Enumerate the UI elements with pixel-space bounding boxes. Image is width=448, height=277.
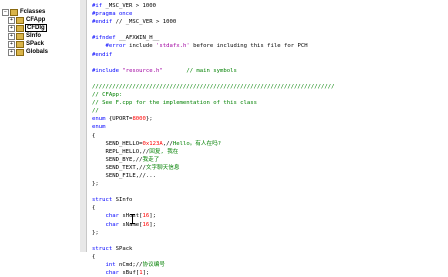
- code-line: SEND_TEXT,//文字聊天信息: [92, 164, 180, 171]
- class-view-panel: − Fclasses + CFApp + CFDlg + SInfo + SPack + Global…: [0, 0, 81, 252]
- editor-gutter: [80, 0, 87, 252]
- class-icon: [16, 32, 24, 40]
- code-line: char sHost[16];: [105, 213, 157, 220]
- code-line: {: [92, 253, 96, 260]
- code-line: enum: [92, 124, 106, 131]
- code-line: REPL_HELLO,//回复, 我在: [92, 148, 179, 155]
- code-line: {: [92, 205, 96, 212]
- code-line: //: [92, 108, 99, 115]
- expand-icon[interactable]: +: [8, 48, 15, 56]
- code-line: SEND_BYE,//我走了: [92, 156, 160, 163]
- code-line: {: [92, 132, 96, 139]
- class-tree: − Fclasses + CFApp + CFDlg + SInfo + SPack + Global…: [2, 8, 48, 56]
- ide-window: − Fclasses + CFApp + CFDlg + SInfo + SPack + Global…: [0, 0, 448, 276]
- tree-item-label: SInfo: [26, 33, 41, 39]
- tree-root[interactable]: − Fclasses: [2, 8, 48, 16]
- expand-icon[interactable]: +: [8, 40, 15, 48]
- tree-item-globals[interactable]: + Globals: [2, 48, 48, 56]
- class-icon: [16, 40, 24, 48]
- code-line: };: [92, 229, 99, 236]
- code-line: struct SInfo: [92, 197, 133, 204]
- code-line: // See F.cpp for the implementation of t…: [92, 100, 258, 107]
- code-line: enum {UPORT=8000};: [92, 116, 153, 123]
- tree-item-spack[interactable]: + SPack: [2, 40, 48, 48]
- text-cursor-icon: [130, 214, 136, 224]
- code-line: #include "resource.h" // main symbols: [92, 67, 237, 74]
- expand-icon[interactable]: +: [8, 32, 15, 40]
- code-line: SEND_HELLO=0x123A,//Hello。有人在吗?: [92, 140, 222, 147]
- code-line: #ifndef __AFXWIN_H__: [92, 35, 160, 42]
- code-line: ////////////////////////////////////////…: [92, 83, 335, 90]
- tree-item-label: CFApp: [26, 17, 46, 23]
- code-line: SEND_FILE,//...: [92, 172, 156, 179]
- code-line: char sName[16];: [105, 221, 157, 228]
- tree-item-label: Globals: [26, 49, 49, 55]
- code-line: };: [92, 181, 99, 188]
- code-line: int nCmd;//协议编号: [105, 262, 165, 268]
- code-line: char sBuf[1];: [105, 270, 150, 277]
- tree-item-cfdlg[interactable]: + CFDlg: [2, 24, 48, 32]
- class-icon: [16, 24, 24, 32]
- tree-item-sinfo[interactable]: + SInfo: [2, 32, 48, 40]
- code-line: #endif: [92, 51, 113, 58]
- expand-icon[interactable]: +: [8, 24, 15, 32]
- code-line: #error include 'stdafx.h' before includi…: [105, 43, 308, 50]
- class-icon: [16, 48, 24, 56]
- class-icon: [10, 8, 18, 16]
- code-line: #endif // _MSC_VER > 1000: [92, 19, 177, 26]
- tree-item-label: CFDlg: [25, 24, 47, 32]
- tree-item-label: SPack: [26, 41, 45, 47]
- tree-item-cfapp[interactable]: + CFApp: [2, 16, 48, 24]
- tree-item-label: Fclasses: [20, 9, 46, 15]
- expand-icon[interactable]: +: [8, 16, 15, 24]
- code-editor[interactable]: #if _MSC_VER > 1000 #pragma once #endif //…: [92, 2, 334, 277]
- code-line: // CFApp:: [92, 92, 123, 99]
- class-icon: [16, 16, 24, 24]
- code-line: #if _MSC_VER > 1000: [92, 3, 156, 9]
- code-line: #pragma once: [92, 11, 133, 18]
- expand-icon[interactable]: −: [2, 8, 9, 16]
